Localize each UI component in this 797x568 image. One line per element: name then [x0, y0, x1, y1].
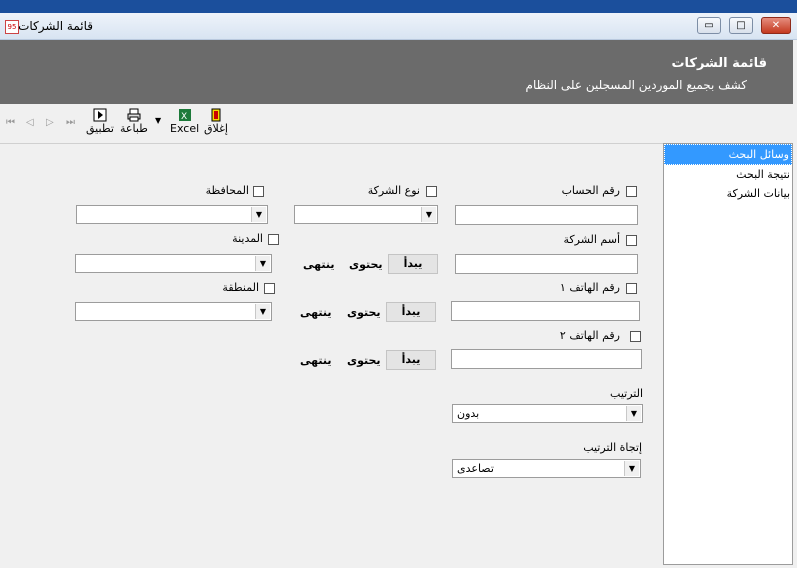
printer-icon	[127, 108, 141, 122]
minimize-button[interactable]: ▭	[697, 17, 721, 34]
page-title: قائمة الشركات	[671, 56, 767, 71]
excel-icon: X	[178, 109, 191, 122]
sidebar: وسائل البحث نتيجة البحث بيانات الشركة	[663, 143, 793, 565]
company-name-input[interactable]	[455, 254, 638, 274]
phone2-match-contains[interactable]: يحتوى	[347, 354, 381, 367]
account-number-label: رقم الحساب	[561, 184, 620, 197]
governorate-select[interactable]: ▼	[76, 205, 268, 224]
company-name-match-contains[interactable]: يحتوى	[349, 258, 383, 271]
window: 95 قائمة الشركات ▭ □ ✕ قائمة الشركات كشف…	[0, 0, 797, 568]
city-select[interactable]: ▼	[75, 254, 272, 273]
apply-icon	[93, 108, 107, 122]
print-button[interactable]: طباعة	[120, 108, 148, 135]
phone1-match-starts[interactable]: يبدأ	[386, 302, 436, 322]
phone1-match-ends[interactable]: ينتهى	[300, 306, 332, 319]
phone2-match-starts[interactable]: يبدأ	[386, 350, 436, 370]
account-number-checkbox[interactable]	[626, 186, 637, 197]
company-name-match-starts[interactable]: يبدأ	[388, 254, 438, 274]
phone2-checkbox[interactable]	[630, 331, 641, 342]
phone1-label: رقم الهاتف ١	[559, 281, 620, 294]
city-label: المدينة	[232, 232, 263, 245]
city-checkbox[interactable]	[268, 234, 279, 245]
region-checkbox[interactable]	[264, 283, 275, 294]
apply-button[interactable]: تطبيق	[86, 108, 114, 135]
print-dropdown-icon[interactable]: ▼	[155, 116, 161, 125]
window-title: قائمة الشركات	[18, 19, 93, 33]
sort-label: الترتيب	[610, 387, 643, 400]
chevron-down-icon[interactable]: ▼	[624, 461, 639, 476]
exit-label: إغلاق	[204, 122, 228, 135]
company-name-checkbox[interactable]	[626, 235, 637, 246]
app-icon: 95	[5, 20, 19, 34]
toolbar: ⏮ ◁ ▷ ⏭ تطبيق طباعة ▼ X Excel إغلاق	[0, 105, 793, 144]
svg-text:X: X	[181, 112, 187, 122]
sidebar-item-search-tools[interactable]: وسائل البحث	[664, 144, 792, 165]
sort-direction-select[interactable]: تصاعدى ▼	[452, 459, 641, 478]
phone1-input[interactable]	[451, 301, 640, 321]
apply-label: تطبيق	[86, 122, 114, 135]
sort-select[interactable]: بدون ▼	[452, 404, 643, 423]
first-record-icon[interactable]: ⏮	[6, 117, 15, 128]
phone2-label: رقم الهاتف ٢	[559, 329, 620, 342]
chevron-down-icon[interactable]: ▼	[251, 207, 266, 222]
chevron-down-icon[interactable]: ▼	[626, 406, 641, 421]
company-type-label: نوع الشركة	[367, 184, 420, 197]
region-label: المنطقة	[222, 281, 259, 294]
phone2-match-ends[interactable]: ينتهى	[300, 354, 332, 367]
chevron-down-icon[interactable]: ▼	[255, 304, 270, 319]
next-record-icon[interactable]: ▷	[46, 117, 54, 128]
phone1-checkbox[interactable]	[626, 283, 637, 294]
chevron-down-icon[interactable]: ▼	[421, 207, 436, 222]
excel-label: Excel	[170, 122, 200, 135]
page-subtitle: كشف بجميع الموردين المسجلين على النظام	[525, 78, 747, 92]
close-button[interactable]: ✕	[761, 17, 791, 34]
account-number-input[interactable]	[455, 205, 638, 225]
company-type-checkbox[interactable]	[426, 186, 437, 197]
sort-value: بدون	[457, 407, 480, 420]
excel-button[interactable]: X Excel	[170, 108, 199, 135]
governorate-checkbox[interactable]	[253, 186, 264, 197]
desktop-strip	[0, 0, 797, 13]
company-name-match-ends[interactable]: ينتهى	[303, 258, 335, 271]
governorate-label: المحافظة	[205, 184, 249, 197]
title-bar: 95 قائمة الشركات	[0, 13, 797, 40]
sidebar-item-company-data[interactable]: بيانات الشركة	[664, 184, 792, 203]
phone2-input[interactable]	[451, 349, 642, 369]
company-type-select[interactable]: ▼	[294, 205, 438, 224]
print-label: طباعة	[120, 122, 148, 135]
previous-record-icon[interactable]: ◁	[26, 117, 34, 128]
sort-direction-value: تصاعدى	[457, 462, 494, 475]
sidebar-item-search-result[interactable]: نتيجة البحث	[664, 165, 792, 184]
maximize-button[interactable]: □	[729, 17, 753, 34]
phone1-match-contains[interactable]: يحتوى	[347, 306, 381, 319]
region-select[interactable]: ▼	[75, 302, 272, 321]
company-name-label: أسم الشركة	[563, 233, 620, 246]
sort-direction-label: إتجاة الترتيب	[583, 441, 642, 454]
exit-door-icon	[211, 108, 221, 122]
chevron-down-icon[interactable]: ▼	[255, 256, 270, 271]
exit-button[interactable]: إغلاق	[204, 108, 228, 135]
last-record-icon[interactable]: ⏭	[66, 117, 75, 128]
page-header: قائمة الشركات كشف بجميع الموردين المسجلي…	[0, 40, 793, 104]
